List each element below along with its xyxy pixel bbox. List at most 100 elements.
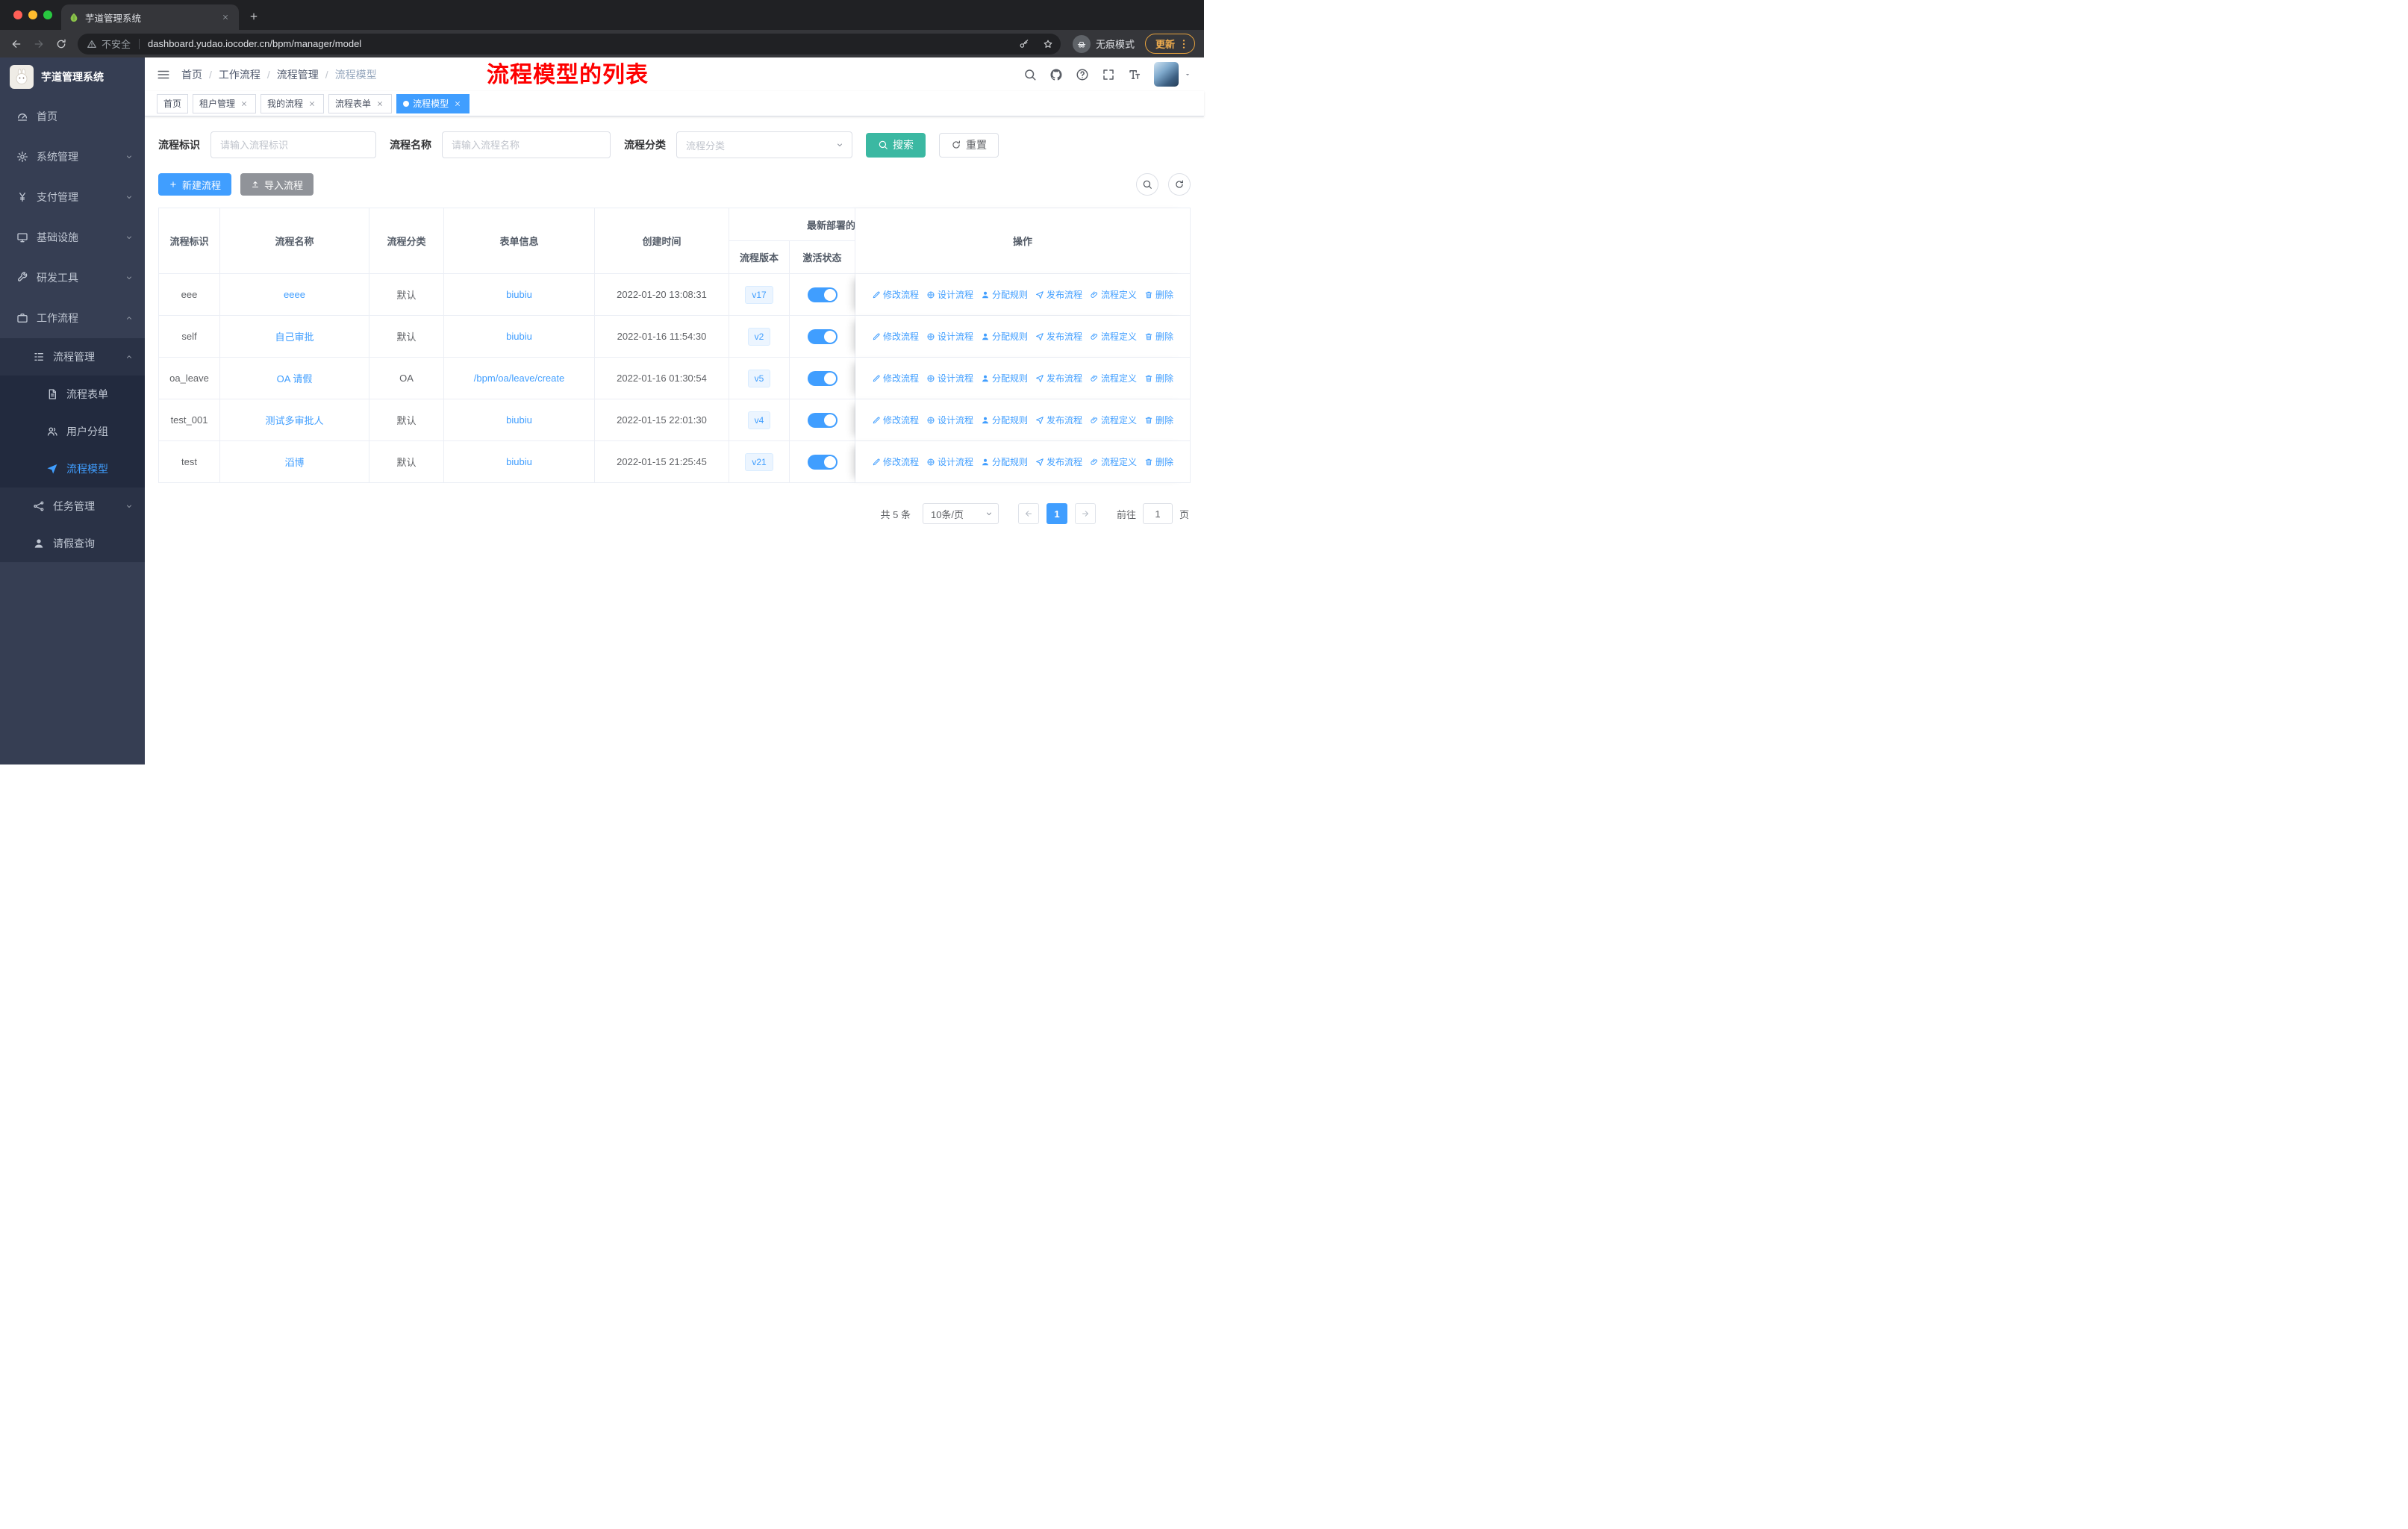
process-name-link[interactable]: eeee [284,289,305,300]
tag-close-icon[interactable] [375,99,385,109]
reload-button[interactable] [51,34,72,55]
action-publish-link[interactable]: 发布流程 [1035,372,1082,384]
next-page-button[interactable] [1074,503,1096,524]
action-definition-link[interactable]: 流程定义 [1090,414,1137,426]
hamburger-menu-icon[interactable] [157,68,170,81]
sidebar-item-workflow[interactable]: 工作流程 [0,298,145,338]
action-modify-link[interactable]: 修改流程 [872,455,919,468]
action-modify-link[interactable]: 修改流程 [872,372,919,384]
tag-home[interactable]: 首页 [157,93,189,113]
action-publish-link[interactable]: 发布流程 [1035,455,1082,468]
sidebar-item-process-form[interactable]: 流程表单 [0,376,145,413]
action-modify-link[interactable]: 修改流程 [872,330,919,343]
action-delete-link[interactable]: 删除 [1144,288,1173,301]
sidebar-item-process-management[interactable]: 流程管理 [0,338,145,376]
process-name-link[interactable]: 自己审批 [275,331,314,343]
password-key-icon[interactable] [1014,34,1034,54]
action-delete-link[interactable]: 删除 [1144,372,1173,384]
action-delete-link[interactable]: 删除 [1144,330,1173,343]
process-category-select[interactable]: 流程分类 [676,131,852,158]
action-definition-link[interactable]: 流程定义 [1090,372,1137,384]
breadcrumb-workflow[interactable]: 工作流程 [219,67,261,82]
sidebar-item-user-group[interactable]: 用户分组 [0,413,145,450]
action-assign-rule-link[interactable]: 分配规则 [981,372,1028,384]
form-info-link[interactable]: biubiu [506,289,532,300]
sidebar-item-task-management[interactable]: 任务管理 [0,488,145,525]
minimize-window-button[interactable] [28,10,37,19]
sidebar-item-payment[interactable]: 支付管理 [0,177,145,217]
action-definition-link[interactable]: 流程定义 [1090,455,1137,468]
active-toggle[interactable] [807,328,838,344]
process-name-link[interactable]: 测试多审批人 [265,415,323,426]
browser-tab[interactable]: 芋道管理系统 [61,4,239,30]
user-avatar-menu[interactable] [1154,62,1192,87]
process-name-input[interactable] [442,131,611,158]
tag-my-process[interactable]: 我的流程 [261,93,325,113]
action-delete-link[interactable]: 删除 [1144,414,1173,426]
action-publish-link[interactable]: 发布流程 [1035,330,1082,343]
github-icon[interactable] [1049,68,1063,81]
sidebar-item-devtools[interactable]: 研发工具 [0,258,145,298]
action-design-link[interactable]: 设计流程 [926,330,973,343]
action-assign-rule-link[interactable]: 分配规则 [981,330,1028,343]
goto-page-input[interactable] [1142,503,1173,524]
browser-menu-dots-icon[interactable] [1178,38,1190,50]
font-size-icon[interactable] [1128,68,1141,81]
action-definition-link[interactable]: 流程定义 [1090,288,1137,301]
avatar[interactable] [1154,62,1179,87]
form-info-link[interactable]: biubiu [506,456,532,467]
sidebar-item-infrastructure[interactable]: 基础设施 [0,217,145,258]
create-process-button[interactable]: 新建流程 [158,173,232,196]
action-publish-link[interactable]: 发布流程 [1035,414,1082,426]
search-button[interactable]: 搜索 [866,132,926,158]
action-publish-link[interactable]: 发布流程 [1035,288,1082,301]
tag-close-icon[interactable] [239,99,249,109]
update-button[interactable]: 更新 [1144,34,1195,54]
bookmark-star-icon[interactable] [1038,34,1058,54]
action-delete-link[interactable]: 删除 [1144,455,1173,468]
process-id-input[interactable] [210,131,376,158]
action-modify-link[interactable]: 修改流程 [872,288,919,301]
refresh-table-button[interactable] [1168,173,1191,196]
maximize-window-button[interactable] [43,10,52,19]
address-bar[interactable]: 不安全 dashboard.yudao.iocoder.cn/bpm/manag… [78,33,1061,55]
action-assign-rule-link[interactable]: 分配规则 [981,414,1028,426]
form-info-link[interactable]: /bpm/oa/leave/create [474,373,564,384]
import-process-button[interactable]: 导入流程 [240,173,314,196]
page-size-select[interactable]: 10条/页 [922,503,999,524]
active-toggle[interactable] [807,454,838,470]
action-assign-rule-link[interactable]: 分配规则 [981,288,1028,301]
active-toggle[interactable] [807,287,838,302]
action-design-link[interactable]: 设计流程 [926,288,973,301]
action-assign-rule-link[interactable]: 分配规则 [981,455,1028,468]
sidebar-item-system[interactable]: 系统管理 [0,137,145,177]
action-design-link[interactable]: 设计流程 [926,372,973,384]
current-page-button[interactable]: 1 [1046,503,1067,524]
process-name-link[interactable]: OA 请假 [277,373,313,384]
close-window-button[interactable] [13,10,22,19]
action-definition-link[interactable]: 流程定义 [1090,330,1137,343]
action-design-link[interactable]: 设计流程 [926,414,973,426]
action-design-link[interactable]: 设计流程 [926,455,973,468]
search-icon[interactable] [1023,68,1037,81]
process-name-link[interactable]: 滔博 [284,457,304,468]
action-modify-link[interactable]: 修改流程 [872,414,919,426]
new-tab-button[interactable] [243,6,264,27]
tag-tenant-management[interactable]: 租户管理 [193,93,257,113]
back-button[interactable] [6,34,27,55]
help-icon[interactable] [1076,68,1089,81]
tag-process-model-active[interactable]: 流程模型 [396,93,470,113]
tag-close-icon[interactable] [307,99,317,109]
forward-button[interactable] [28,34,49,55]
tab-close-icon[interactable] [219,11,231,23]
breadcrumb-process-management[interactable]: 流程管理 [277,67,319,82]
reset-button[interactable]: 重置 [939,132,999,158]
tag-close-icon[interactable] [452,99,463,109]
sidebar-item-process-model[interactable]: 流程模型 [0,450,145,488]
sidebar-item-leave-query[interactable]: 请假查询 [0,525,145,562]
form-info-link[interactable]: biubiu [506,414,532,426]
fullscreen-icon[interactable] [1102,68,1115,81]
tag-process-form[interactable]: 流程表单 [328,93,393,113]
prev-page-button[interactable] [1017,503,1039,524]
sidebar-item-home[interactable]: 首页 [0,96,145,137]
